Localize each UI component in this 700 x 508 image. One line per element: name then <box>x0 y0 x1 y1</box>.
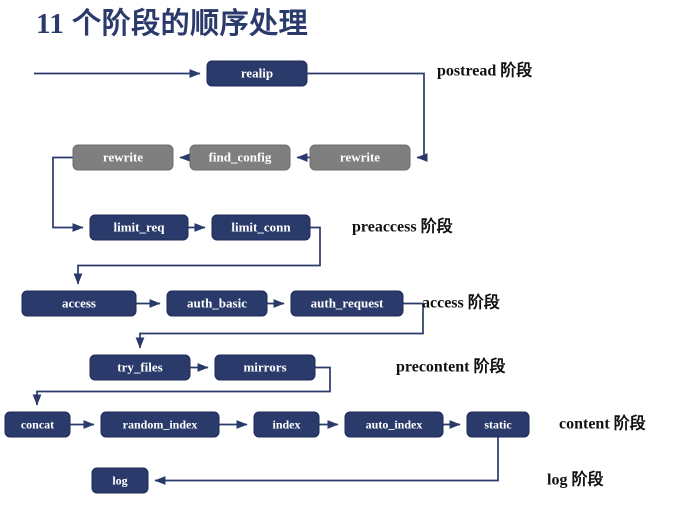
phase-label-preaccess: preaccess 阶段 <box>352 217 454 236</box>
node-label-access: access <box>62 295 96 310</box>
node-label-auth_request: auth_request <box>311 295 384 310</box>
node-concat[interactable]: concat <box>4 411 71 438</box>
node-rewrite2[interactable]: rewrite <box>72 144 174 171</box>
node-label-try_files: try_files <box>117 359 162 374</box>
node-index[interactable]: index <box>253 411 320 438</box>
node-label-auto_index: auto_index <box>366 417 423 431</box>
phase-label-access: access 阶段 <box>422 293 501 312</box>
node-random_index[interactable]: random_index <box>100 411 220 438</box>
node-auth_request[interactable]: auth_request <box>290 290 404 317</box>
connector-static-to-log <box>154 437 499 485</box>
phase-flow-diagram: realip rewrite find_config rewrite limit_req… <box>4 60 647 494</box>
node-limit_req[interactable]: limit_req <box>89 214 189 241</box>
node-limit_conn[interactable]: limit_conn <box>211 214 311 241</box>
node-label-limit_conn: limit_conn <box>231 219 291 234</box>
node-label-static: static <box>484 417 512 431</box>
node-layer: realip rewrite find_config rewrite limit_req… <box>4 60 530 494</box>
node-label-log: log <box>112 473 127 487</box>
node-label-index: index <box>272 417 300 431</box>
node-try_files[interactable]: try_files <box>89 354 191 381</box>
node-auto_index[interactable]: auto_index <box>344 411 444 438</box>
node-access[interactable]: access <box>21 290 137 317</box>
node-realip[interactable]: realip <box>206 60 308 87</box>
node-label-rewrite1: rewrite <box>340 149 380 164</box>
node-static[interactable]: static <box>466 411 530 438</box>
phase-label-precontent: precontent 阶段 <box>396 357 506 376</box>
node-label-find_config: find_config <box>209 149 272 164</box>
node-rewrite1[interactable]: rewrite <box>309 144 411 171</box>
node-label-concat: concat <box>21 417 54 431</box>
phase-label-content: content 阶段 <box>559 414 647 433</box>
node-mirrors[interactable]: mirrors <box>214 354 316 381</box>
node-find_config[interactable]: find_config <box>189 144 291 171</box>
slide-canvas: 11 个阶段的顺序处理 realip rewrite find_config rewr… <box>0 0 700 508</box>
node-label-limit_req: limit_req <box>113 219 165 234</box>
node-label-mirrors: mirrors <box>243 359 286 374</box>
phase-label-postread: postread 阶段 <box>437 61 533 80</box>
phase-label-log: log 阶段 <box>547 470 604 489</box>
node-label-random_index: random_index <box>123 417 198 431</box>
node-log[interactable]: log <box>91 467 149 494</box>
node-label-realip: realip <box>241 65 273 80</box>
node-label-rewrite2: rewrite <box>103 149 143 164</box>
node-label-auth_basic: auth_basic <box>187 295 247 310</box>
node-auth_basic[interactable]: auth_basic <box>166 290 268 317</box>
